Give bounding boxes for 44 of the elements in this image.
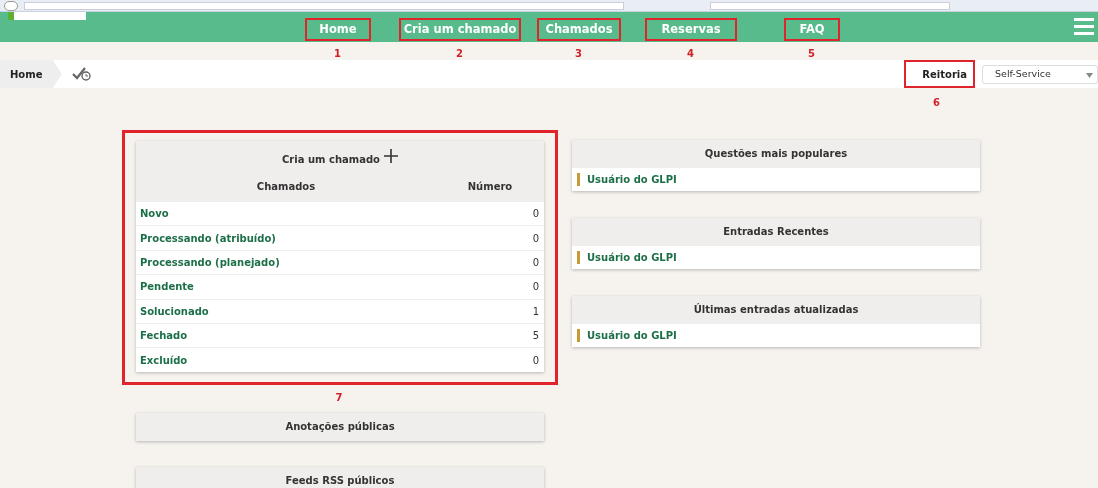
status-link[interactable]: Processando (atribuído) <box>140 230 276 246</box>
panel-title: Anotações públicas <box>285 420 395 432</box>
callout-number: 7 <box>334 390 344 405</box>
status-link[interactable]: Processando (planejado) <box>140 254 280 270</box>
callout-number: 5 <box>808 47 815 61</box>
marker-bar <box>577 173 580 186</box>
panel-title: Feeds RSS públicos <box>285 474 395 486</box>
count-cell-text: 5 <box>532 329 539 344</box>
callout-number: 1 <box>334 47 341 61</box>
callout-number: 6 <box>933 96 940 110</box>
entity-label[interactable]: Reitoria <box>904 60 975 88</box>
check-clock-icon <box>72 67 92 81</box>
count-cell-text: 0 <box>532 255 539 270</box>
profile-select[interactable]: Self-Service <box>982 65 1098 84</box>
status-link[interactable]: Excluído <box>140 352 188 368</box>
status-link[interactable]: Novo <box>140 206 169 222</box>
callout-number: 2 <box>456 47 463 61</box>
caret-icon <box>1086 73 1093 78</box>
count-cell-text: 1 <box>532 304 539 319</box>
column-header: Chamados <box>255 179 317 194</box>
card-title[interactable]: Cria um chamado <box>282 151 380 167</box>
callout-number: 4 <box>687 47 694 61</box>
panel-title: Entradas Recentes <box>723 226 829 237</box>
count-cell-text: 0 <box>532 207 539 222</box>
item-link[interactable]: Usuário do GLPI <box>587 328 677 343</box>
status-link[interactable]: Fechado <box>140 328 188 344</box>
count-cell-text: 0 <box>532 231 539 246</box>
panel-title: Últimas entradas atualizadas <box>693 304 859 315</box>
column-header: Número <box>466 179 514 194</box>
marker-bar <box>577 251 580 264</box>
item-link[interactable]: Usuário do GLPI <box>587 250 677 265</box>
item-link[interactable]: Usuário do GLPI <box>587 172 677 187</box>
count-cell-text: 0 <box>532 280 539 295</box>
panel-title: Questões mais populares <box>704 148 848 159</box>
breadcrumb-item[interactable]: Home <box>0 60 62 88</box>
callout-number: 3 <box>575 47 582 61</box>
back-button[interactable] <box>4 0 18 11</box>
count-cell-text: 0 <box>532 353 539 368</box>
menu-icon[interactable] <box>1074 18 1094 35</box>
add-icon[interactable] <box>383 149 398 163</box>
browser-search-field[interactable] <box>710 1 950 10</box>
status-link[interactable]: Solucionado <box>140 303 209 319</box>
marker-bar <box>577 329 580 342</box>
status-link[interactable]: Pendente <box>140 279 194 295</box>
